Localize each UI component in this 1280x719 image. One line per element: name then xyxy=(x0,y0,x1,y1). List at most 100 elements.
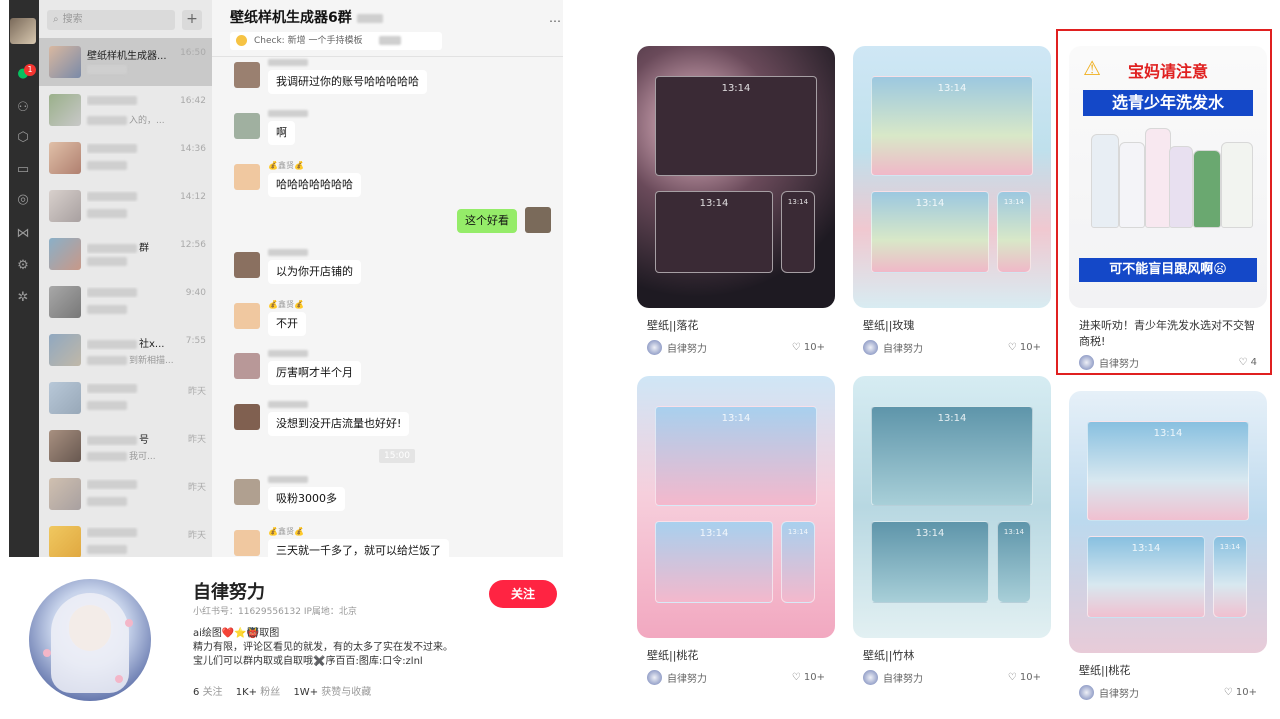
conversation-avatar xyxy=(49,334,81,366)
message-bubble[interactable]: 三天就一千多了，就可以给烂饭了 xyxy=(268,539,449,557)
message-bubble[interactable]: 以为你开店铺的 xyxy=(268,260,361,284)
group-notice[interactable]: Check: 新增 一个手持模板 xyxy=(230,32,442,50)
note-likes[interactable]: ♡ 10+ xyxy=(1224,687,1257,698)
box-icon[interactable]: ⬡ xyxy=(14,128,32,146)
note-cover-image[interactable]: 13:14 13:14 13:14 xyxy=(853,46,1051,308)
message-avatar[interactable] xyxy=(234,62,260,88)
highlight-box xyxy=(1056,29,1272,375)
message-avatar[interactable] xyxy=(234,353,260,379)
more-options-icon[interactable]: ⋯ xyxy=(549,14,561,28)
conversation-time: 昨天 xyxy=(187,483,206,493)
my-avatar[interactable] xyxy=(10,18,36,44)
add-button[interactable]: + xyxy=(182,10,202,30)
conversation-avatar xyxy=(49,142,81,174)
conversation-item[interactable]: 社x... 7:55 到新相描... xyxy=(39,326,212,374)
message-bubble[interactable]: 这个好看 xyxy=(457,209,517,233)
conversation-avatar xyxy=(49,430,81,462)
clock-text: 13:14 xyxy=(937,413,967,424)
note-cover-image[interactable]: 13:14 13:14 13:14 xyxy=(637,376,835,638)
message-sender-blurred xyxy=(268,109,308,118)
conversation-item[interactable]: 壁纸样机生成器... 16:50 xyxy=(39,38,212,86)
message-avatar[interactable] xyxy=(234,404,260,430)
heart-icon[interactable]: ♡ xyxy=(792,342,804,353)
conversation-item[interactable]: 号 昨天 我可... xyxy=(39,422,212,470)
heart-icon[interactable]: ♡ xyxy=(1224,687,1236,698)
note-title[interactable]: 壁纸||桃花 xyxy=(1079,663,1257,679)
note-cover-image[interactable]: 13:14 13:14 13:14 xyxy=(1069,391,1267,653)
note-author[interactable]: 自律努力 xyxy=(647,670,707,685)
conversation-item[interactable]: 9:40 xyxy=(39,278,212,326)
conversation-item[interactable]: 昨天 xyxy=(39,518,212,557)
message-bubble[interactable]: 不开 xyxy=(268,312,306,336)
conversation-avatar xyxy=(49,382,81,414)
note-author[interactable]: 自律努力 xyxy=(863,670,923,685)
message-sender-blurred xyxy=(268,248,308,257)
like-count: 10+ xyxy=(1019,672,1041,683)
conversation-item[interactable]: 16:42 入的，... xyxy=(39,86,212,134)
message-bubble[interactable]: 我调研过你的账号哈哈哈哈哈 xyxy=(268,70,427,94)
note-title[interactable]: 壁纸||玫瑰 xyxy=(863,318,1041,334)
message-bubble[interactable]: 吸粉3000多 xyxy=(268,487,345,511)
note-title[interactable]: 壁纸||竹林 xyxy=(863,648,1041,664)
desktop-mockup: 13:14 xyxy=(655,76,817,176)
note-cover-image[interactable]: 13:14 13:14 13:14 xyxy=(637,46,835,308)
profile-name: 自律努力 xyxy=(193,582,265,603)
message-sender-blurred xyxy=(268,400,308,409)
note-author[interactable]: 自律努力 xyxy=(647,340,707,355)
note-author[interactable]: 自律努力 xyxy=(1079,685,1139,700)
message-avatar[interactable] xyxy=(234,164,260,190)
message-avatar[interactable] xyxy=(525,207,551,233)
like-count: 10+ xyxy=(803,672,825,683)
note-author[interactable]: 自律努力 xyxy=(863,340,923,355)
message-bubble[interactable]: 啊 xyxy=(268,121,295,145)
note-likes[interactable]: ♡ 10+ xyxy=(792,672,825,683)
conversation-item[interactable]: 14:12 xyxy=(39,182,212,230)
heart-icon[interactable]: ♡ xyxy=(792,672,804,683)
message-bubble[interactable]: 哈哈哈哈哈哈哈 xyxy=(268,173,361,197)
message-avatar[interactable] xyxy=(234,113,260,139)
gear-icon[interactable]: ⚙ xyxy=(14,256,32,274)
message-avatar[interactable] xyxy=(234,530,260,556)
note-likes[interactable]: ♡ 10+ xyxy=(1008,342,1041,353)
note-cover-image[interactable]: 13:14 13:14 13:14 xyxy=(853,376,1051,638)
conversation-item[interactable]: 昨天 xyxy=(39,374,212,422)
search-box[interactable]: ⌕ 搜索 xyxy=(47,10,175,30)
clock-text: 13:14 xyxy=(915,528,945,539)
phone-mockup: 13:14 xyxy=(781,191,815,273)
conversation-preview xyxy=(87,65,129,75)
message-avatar[interactable] xyxy=(234,479,260,505)
likes-count: 1W+ xyxy=(293,687,319,698)
conversation-item[interactable]: 昨天 xyxy=(39,470,212,518)
note-likes[interactable]: ♡ 10+ xyxy=(792,342,825,353)
note-title[interactable]: 壁纸||落花 xyxy=(647,318,825,334)
note-likes[interactable]: ♡ 10+ xyxy=(1008,672,1041,683)
contacts-icon[interactable]: ⚇ xyxy=(14,98,32,116)
conversation-name: 群 xyxy=(87,239,149,254)
butterfly-icon[interactable]: ⋈ xyxy=(14,224,32,242)
phone-mockup: 13:14 xyxy=(997,191,1031,273)
conversation-preview: 我可... xyxy=(87,449,156,462)
heart-icon[interactable]: ♡ xyxy=(1008,672,1020,683)
unread-badge: 1 xyxy=(24,64,36,76)
message-bubble[interactable]: 厉害啊才半个月 xyxy=(268,361,361,385)
message-avatar[interactable] xyxy=(234,303,260,329)
author-avatar xyxy=(1079,685,1094,700)
folder-icon[interactable]: ▭ xyxy=(14,160,32,178)
conversation-item[interactable]: 群 12:56 xyxy=(39,230,212,278)
conversation-item[interactable]: 14:36 xyxy=(39,134,212,182)
message-bubble[interactable]: 没想到没开店流量也好好! xyxy=(268,412,410,436)
note-title[interactable]: 壁纸||桃花 xyxy=(647,648,825,664)
message-sender: 💰鑫贤💰 xyxy=(268,161,304,170)
profile-avatar[interactable] xyxy=(29,579,151,701)
message-avatar[interactable] xyxy=(234,252,260,278)
follow-button[interactable]: 关注 xyxy=(489,580,557,608)
clock-text: 13:14 xyxy=(1131,543,1161,554)
conversation-time: 昨天 xyxy=(187,531,206,541)
moments-icon[interactable]: ◎ xyxy=(14,190,32,208)
fans-label: 粉丝 xyxy=(260,687,281,698)
sparkle-icon[interactable]: ✲ xyxy=(14,288,32,306)
phone-mockup: 13:14 xyxy=(1213,536,1247,618)
heart-icon[interactable]: ♡ xyxy=(1008,342,1020,353)
following-count: 6 xyxy=(193,687,200,698)
clock-text: 13:14 xyxy=(1219,543,1241,551)
